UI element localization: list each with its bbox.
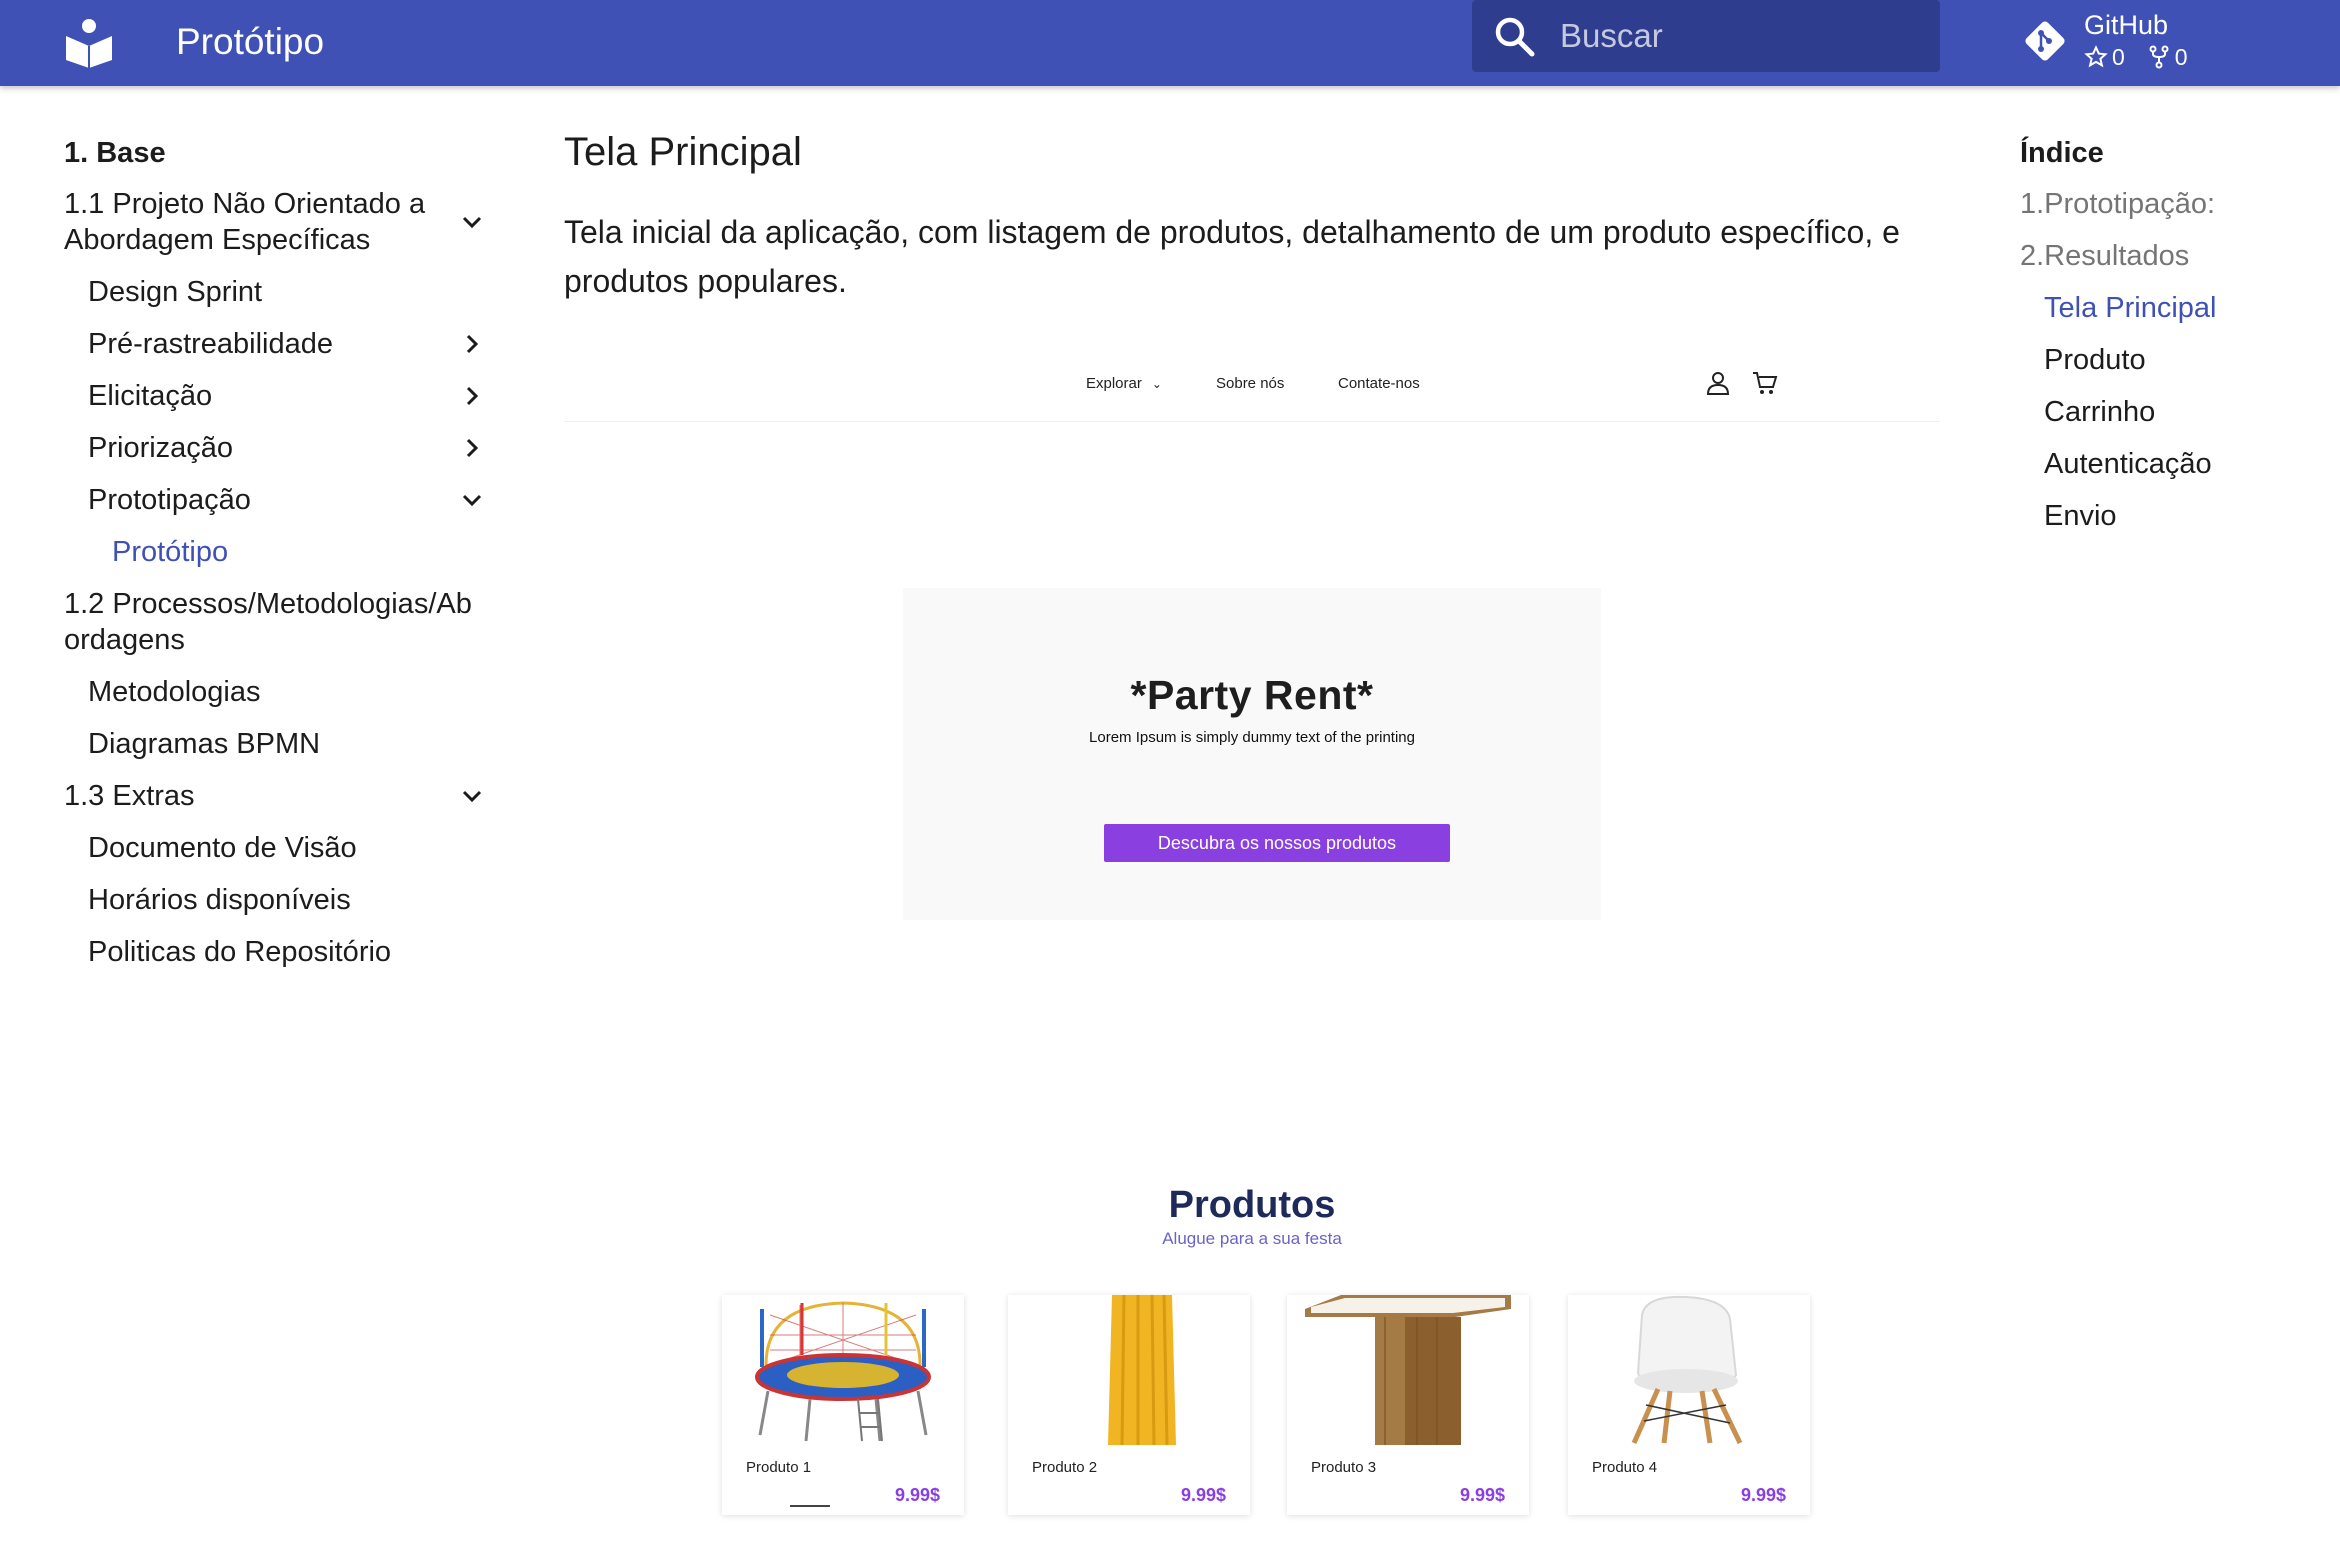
user-icon	[1706, 372, 1730, 395]
toc-item-resultados[interactable]: 2.Resultados	[2020, 230, 2320, 282]
nav-section-title: 1. Base	[64, 137, 166, 169]
left-navigation: 1. Base 1.1 Projeto Não Orientado a Abor…	[64, 128, 494, 978]
main-content: Tela Principal Tela inicial da aplicação…	[564, 124, 1940, 306]
mockup-product-card: Produto 2 9.99$	[1008, 1295, 1250, 1515]
nav-item-label: 1.2 Processos/Metodologias/Abordagens	[64, 588, 472, 656]
mockup-nav-explore: Explorar ⌄	[1086, 374, 1162, 394]
top-header: Protótipo GitHub 0 0	[0, 0, 2340, 86]
nav-item-documento-de-visao[interactable]: Documento de Visão	[64, 822, 494, 874]
table-image	[1305, 1295, 1511, 1445]
nav-item-label: 1.3 Extras	[64, 780, 195, 812]
search-input[interactable]	[1560, 12, 1920, 60]
tablecloth-image	[1108, 1295, 1176, 1445]
toc-item-envio[interactable]: Envio	[2020, 490, 2320, 542]
page-title: Tela Principal	[564, 130, 802, 174]
mockup-scroll-indicator	[790, 1505, 830, 1507]
forks-fact: 0	[2147, 42, 2188, 72]
nav-item-label: Documento de Visão	[88, 832, 357, 864]
mockup-nav-contact: Contate-nos	[1338, 375, 1420, 392]
mockup-hero-title: *Party Rent*	[1130, 672, 1374, 718]
stars-fact: 0	[2084, 42, 2125, 72]
site-title[interactable]: Protótipo	[176, 16, 324, 68]
mockup-product-name: Produto 1	[746, 1459, 812, 1476]
mockup-product-name: Produto 2	[1032, 1459, 1098, 1476]
git-icon	[2025, 21, 2065, 61]
cart-icon	[1753, 372, 1778, 394]
mockup-discover-button: Descubra os nossos produtos	[1104, 824, 1450, 862]
nav-item-diagramas-bpmn[interactable]: Diagramas BPMN	[64, 718, 494, 770]
page-description: Tela inicial da aplicação, com listagem …	[564, 214, 1900, 299]
nav-item-label: Horários disponíveis	[88, 884, 351, 916]
nav-item-politicas-do-repositorio[interactable]: Politicas do Repositório	[64, 926, 494, 978]
nav-item-design-sprint[interactable]: Design Sprint	[64, 266, 494, 318]
chair-image	[1631, 1295, 1743, 1445]
toc-title: Índice	[2020, 137, 2104, 169]
nav-item-label: Diagramas BPMN	[88, 728, 321, 760]
chevron-down-icon[interactable]	[458, 782, 486, 810]
mockup-nav-explore-label: Explorar	[1086, 375, 1142, 392]
nav-item-label: Metodologias	[88, 676, 261, 708]
toc-item-autenticacao[interactable]: Autenticação	[2020, 438, 2320, 490]
mockup-hero-subtitle: Lorem Ipsum is simply dummy text of the …	[1089, 729, 1415, 746]
nav-item-horarios-disponiveis[interactable]: Horários disponíveis	[64, 874, 494, 926]
toc-item-prototipacao[interactable]: 1.Prototipação:	[2020, 178, 2320, 230]
nav-item-label: Protótipo	[112, 536, 229, 568]
nav-item-extras[interactable]: 1.3 Extras	[64, 770, 494, 822]
book-logo-icon[interactable]	[64, 18, 114, 68]
mockup-hero: *Party Rent* Lorem Ipsum is simply dummy…	[903, 588, 1601, 920]
mockup-product-price: 9.99$	[1180, 1485, 1226, 1505]
chevron-right-icon[interactable]	[458, 434, 486, 462]
nav-item-prototipacao[interactable]: Prototipação	[64, 474, 494, 526]
toc-item-produto[interactable]: Produto	[2020, 334, 2320, 386]
nav-item-processos[interactable]: 1.2 Processos/Metodologias/Abordagens	[64, 578, 494, 666]
mockup-navbar: Explorar ⌄ Sobre nós Contate-nos	[564, 350, 1940, 422]
nav-item-label: 1.1 Projeto Não Orientado a Abordagem Es…	[64, 188, 426, 256]
search-box[interactable]	[1472, 0, 1940, 72]
star-icon	[2084, 45, 2108, 68]
prototype-screenshot: Explorar ⌄ Sobre nós Contate-nos *Party R…	[564, 350, 1940, 1558]
mockup-product-name: Produto 3	[1311, 1459, 1377, 1476]
mockup-product-card: Produto 1 9.99$	[722, 1295, 964, 1515]
nav-item-pre-rastreabilidade[interactable]: Pré-rastreabilidade	[64, 318, 494, 370]
nav-item-label: Prototipação	[88, 484, 251, 516]
repo-name: GitHub	[2084, 10, 2169, 40]
nav-item-projeto-nao-orientado[interactable]: 1.1 Projeto Não Orientado a Abordagem Es…	[64, 178, 494, 266]
fork-icon	[2149, 45, 2169, 69]
mockup-products-subtitle: Alugue para a sua festa	[1162, 1229, 1342, 1248]
nav-item-label: Politicas do Repositório	[88, 936, 392, 968]
toc-item-tela-principal[interactable]: Tela Principal	[2020, 282, 2320, 334]
chevron-down-icon[interactable]	[458, 486, 486, 514]
nav-item-prototipo[interactable]: Protótipo	[64, 526, 494, 578]
mockup-product-name: Produto 4	[1592, 1459, 1658, 1476]
stars-count: 0	[2112, 44, 2125, 70]
nav-item-elicitacao[interactable]: Elicitação	[64, 370, 494, 422]
github-repo-link[interactable]: GitHub 0 0	[2022, 8, 2322, 72]
table-of-contents: Índice 1.Prototipação: 2.Resultados Tela…	[2020, 128, 2320, 542]
chevron-right-icon[interactable]	[458, 330, 486, 358]
mockup-product-price: 9.99$	[894, 1485, 940, 1505]
nav-item-label: Elicitação	[88, 380, 213, 412]
chevron-right-icon[interactable]	[458, 382, 486, 410]
nav-item-label: Priorização	[88, 432, 234, 464]
nav-item-metodologias[interactable]: Metodologias	[64, 666, 494, 718]
mockup-product-price: 9.99$	[1740, 1485, 1786, 1505]
mockup-nav-about: Sobre nós	[1216, 375, 1285, 392]
nav-item-label: Pré-rastreabilidade	[88, 328, 334, 360]
repo-facts: 0 0	[2084, 42, 2188, 72]
mockup-product-card: Produto 3 9.99$	[1287, 1295, 1529, 1515]
chevron-down-icon: ⌄	[1151, 377, 1162, 391]
mockup-product-card: Produto 4 9.99$	[1568, 1295, 1810, 1515]
search-icon	[1495, 17, 1535, 57]
nav-item-priorizacao[interactable]: Priorização	[64, 422, 494, 474]
toc-item-carrinho[interactable]: Carrinho	[2020, 386, 2320, 438]
forks-count: 0	[2174, 44, 2188, 70]
mockup-products-title: Produtos	[1168, 1184, 1336, 1226]
trampoline-image	[755, 1301, 931, 1442]
chevron-down-icon[interactable]	[458, 208, 486, 236]
mockup-product-price: 9.99$	[1459, 1485, 1505, 1505]
nav-item-label: Design Sprint	[88, 276, 263, 308]
